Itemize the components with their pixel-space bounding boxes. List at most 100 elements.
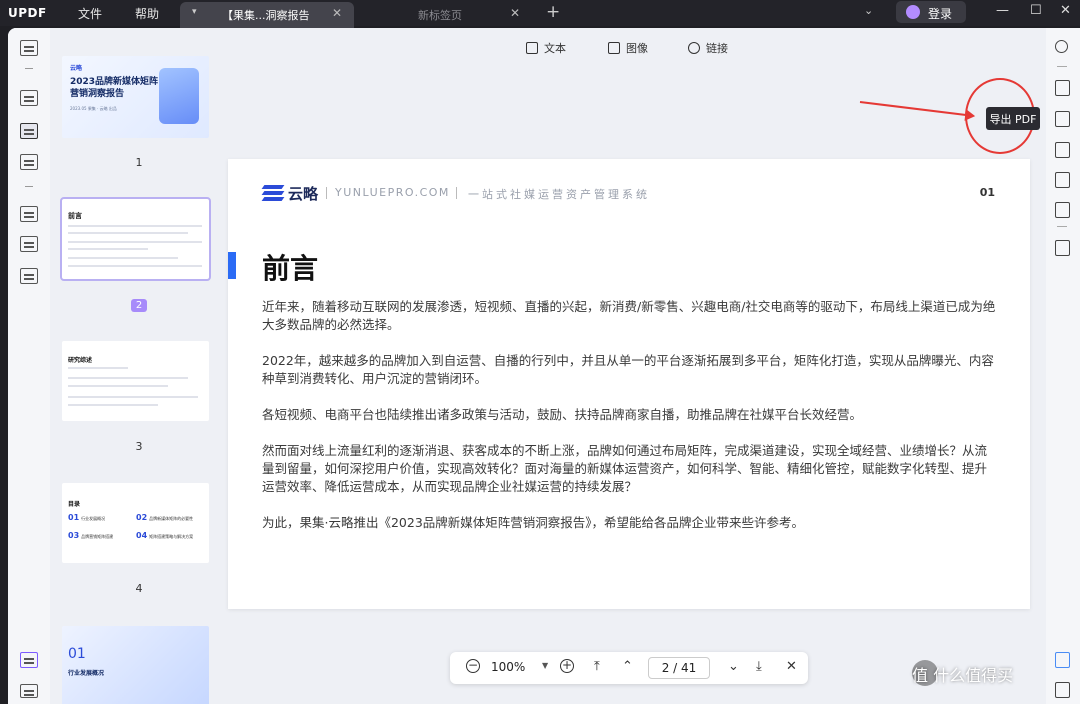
protect-icon[interactable]	[1055, 142, 1070, 158]
toc-item: 01 行业发展概况	[68, 513, 106, 522]
thumb-text-line	[68, 385, 168, 387]
toolbar-divider	[1057, 66, 1067, 67]
link-tool-button[interactable]: 链接	[688, 40, 728, 56]
next-page-icon[interactable]: ⌄	[728, 659, 739, 674]
thumb-meta: 2023.05 果集 · 云略 出品	[70, 106, 117, 111]
page-heading[interactable]: 前言	[262, 247, 318, 287]
thumb-text-line	[68, 377, 188, 379]
menu-help[interactable]: 帮助	[135, 5, 159, 22]
paragraph[interactable]: 然而面对线上流量红利的逐渐消退、获客成本的不断上涨，品牌如何通过布局矩阵，完成渠…	[262, 442, 996, 496]
layers-icon[interactable]	[20, 652, 38, 668]
reader-icon[interactable]	[20, 154, 38, 170]
red-arrow-annotation	[859, 101, 974, 117]
page-number-label: 3	[135, 440, 143, 453]
menu-file[interactable]: 文件	[78, 5, 102, 22]
tab-title: 新标签页	[418, 9, 462, 22]
share-icon[interactable]	[1055, 172, 1070, 188]
crop-icon[interactable]	[20, 236, 38, 252]
toc-item: 03 品牌营销矩阵搭建	[68, 531, 114, 540]
bookmark-icon[interactable]	[20, 684, 38, 698]
zoom-in-icon[interactable]: +	[560, 659, 574, 673]
ai-assistant-icon[interactable]	[1055, 652, 1070, 668]
text-icon	[526, 42, 538, 54]
thumb-text-line	[68, 396, 198, 398]
page-number-label-selected: 2	[50, 298, 228, 312]
paragraph[interactable]: 2022年，越来越多的品牌加入到自运营、自播的行列中，并且从单一的平台逐渐拓展到…	[262, 352, 996, 388]
thumb-section-number: 01	[68, 646, 86, 662]
watermark: 值 什么值得买	[912, 666, 1014, 685]
export-pdf-tooltip: 导出 PDF	[986, 107, 1040, 130]
comment-icon[interactable]	[20, 90, 38, 106]
chat-icon[interactable]	[1055, 682, 1070, 698]
minimize-icon[interactable]: —	[996, 3, 1009, 18]
page-number: 01	[979, 186, 995, 199]
toc-item: 04 矩阵搭建策略与解决方案	[136, 531, 194, 540]
organize-pages-icon[interactable]	[20, 206, 38, 222]
page-thumbnail-2[interactable]: 前言	[60, 197, 211, 281]
close-navigation-icon[interactable]: ✕	[786, 659, 797, 674]
toolbar-divider	[25, 186, 33, 187]
thumb-heading: 研究综述	[68, 357, 93, 364]
image-tool-button[interactable]: 图像	[608, 40, 648, 56]
title-bar: UPDF 文件 帮助 ▾ 【果集...洞察报告 ✕ 新标签页 ✕ + ⌄ 登录 …	[0, 0, 1080, 28]
zoom-dropdown-icon[interactable]: ▼	[542, 661, 548, 670]
paragraph[interactable]: 各短视频、电商平台也陆续推出诸多政策与活动，鼓励、扶持品牌商家自播，助推品牌在社…	[262, 406, 996, 424]
forms-icon[interactable]	[20, 268, 38, 284]
app-logo: UPDF	[8, 6, 47, 20]
search-icon[interactable]	[1055, 40, 1068, 53]
thumb-text-line	[68, 248, 148, 250]
tab-active[interactable]: ▾ 【果集...洞察报告 ✕	[180, 2, 354, 28]
page-body[interactable]: 近年来，随着移动互联网的发展渗透，短视频、直播的兴起，新消费/新零售、兴趣电商/…	[262, 298, 996, 550]
zoom-out-icon[interactable]: −	[466, 659, 480, 673]
thumb-text-line	[68, 265, 202, 267]
previous-page-icon[interactable]: ⌃	[622, 659, 633, 674]
page-site: YUNLUEPRO.COM	[335, 186, 450, 199]
new-tab-icon[interactable]: +	[546, 2, 560, 22]
thumb-heading: 目录	[68, 501, 81, 508]
image-icon	[608, 42, 620, 54]
close-tab-icon[interactable]: ✕	[510, 6, 520, 20]
page-number-label: 4	[135, 582, 143, 595]
edit-icon[interactable]	[20, 123, 38, 139]
thumb-text-line	[68, 367, 128, 369]
thumb-text-line	[68, 404, 158, 406]
page-brand: 云略	[288, 185, 319, 203]
zoom-level[interactable]: 100%	[491, 660, 525, 674]
toc-item: 02 品牌新媒体矩阵的必要性	[136, 513, 194, 522]
page-thumbnail-3[interactable]: 研究综述	[62, 341, 209, 421]
page-thumbnail-4[interactable]: 目录 01 行业发展概况 02 品牌新媒体矩阵的必要性 03 品牌营销矩阵搭建 04 矩…	[62, 483, 209, 563]
login-button[interactable]: 登录	[896, 1, 966, 23]
close-tab-icon[interactable]: ✕	[332, 6, 342, 20]
page-number-label: 1	[135, 156, 143, 169]
save-icon[interactable]	[1055, 240, 1070, 256]
header-divider	[326, 187, 327, 199]
chevron-down-icon[interactable]: ⌄	[864, 4, 873, 17]
text-tool-button[interactable]: 文本	[526, 40, 566, 56]
maximize-icon[interactable]: ☐	[1030, 3, 1042, 18]
thumb-title: 2023品牌新媒体矩阵 营销洞察报告	[70, 77, 159, 99]
close-window-icon[interactable]: ✕	[1060, 3, 1071, 18]
toolbar-divider	[25, 68, 33, 69]
email-icon[interactable]	[1055, 202, 1070, 218]
page-thumbnail-1[interactable]: 云略 2023品牌新媒体矩阵 营销洞察报告 2023.05 果集 · 云略 出品	[62, 56, 209, 138]
tab-dropdown-icon[interactable]: ▾	[192, 7, 197, 17]
page-thumbnail-5[interactable]: 01 行业发展概况	[62, 626, 209, 704]
right-toolbar	[1046, 28, 1080, 704]
thumbnail-panel-icon[interactable]	[20, 40, 38, 56]
header-divider	[456, 187, 457, 199]
paragraph[interactable]: 近年来，随着移动互联网的发展渗透，短视频、直播的兴起，新消费/新零售、兴趣电商/…	[262, 298, 996, 334]
thumb-text-line	[68, 257, 178, 259]
first-page-icon[interactable]: ⤒	[594, 659, 600, 674]
paragraph[interactable]: 为此，果集·云略推出《2023品牌新媒体矩阵营销洞察报告》，希望能给各品牌企业带…	[262, 514, 996, 532]
tab-title: 【果集...洞察报告	[222, 9, 310, 22]
page-number-input[interactable]: 2 / 41	[648, 657, 710, 679]
ocr-icon[interactable]	[1055, 80, 1070, 96]
tab-new[interactable]: 新标签页 ✕	[356, 2, 532, 28]
export-pdf-icon[interactable]	[1055, 111, 1070, 127]
page-system-tagline: 一站式社媒运营资产管理系统	[468, 188, 650, 201]
toolbar-divider	[1057, 226, 1067, 227]
last-page-icon[interactable]: ⤓	[756, 659, 762, 674]
login-label: 登录	[928, 7, 953, 21]
thumb-text-line	[68, 241, 202, 243]
thumb-brand: 云略	[70, 65, 83, 72]
